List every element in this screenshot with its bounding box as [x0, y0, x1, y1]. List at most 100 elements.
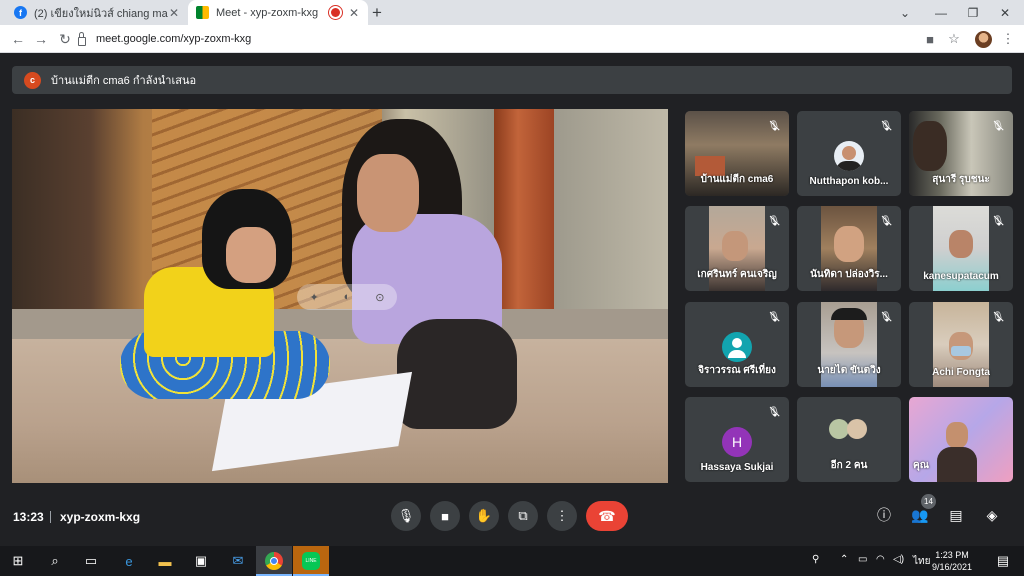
restore-icon[interactable]: ❐ — [958, 0, 988, 25]
participant-tile[interactable]: 🎙 Achi Fongta — [909, 302, 1013, 387]
muted-mic-icon: 🎙 — [990, 118, 1006, 134]
participant-tile[interactable]: 🎙 บ้านแม่ตีก cma6 — [685, 111, 789, 196]
microphone-button[interactable]: 🎙 — [391, 501, 421, 531]
windows-taskbar: ⊞ ⌕ ▭ e ▬ ▣ ✉ LINE ⚲ ⌃ ▭ ◠ ◁) ไทย 1:23 P… — [0, 546, 1024, 576]
close-window-icon[interactable]: ✕ — [990, 0, 1020, 25]
avatar — [829, 419, 849, 439]
activities-button[interactable]: ◈ — [982, 505, 1002, 525]
recording-icon — [331, 8, 340, 17]
more-vert-icon: ⋮ — [555, 508, 569, 523]
pin-icon[interactable]: ✦ — [309, 291, 318, 304]
battery-icon[interactable]: ▭ — [858, 554, 867, 565]
store-icon[interactable]: ▣ — [190, 550, 212, 572]
leave-call-button[interactable]: ☎ — [586, 501, 628, 531]
task-view-icon[interactable]: ▭ — [80, 550, 102, 572]
muted-mic-icon: 🎙 — [990, 309, 1006, 325]
camera-icon[interactable]: ■ — [920, 29, 940, 49]
back-icon[interactable]: ← — [8, 29, 28, 49]
chat-button[interactable]: ▤ — [946, 505, 966, 525]
new-tab-button[interactable]: + — [372, 3, 382, 23]
participant-name: เกศรินทร์ คนเจริญ — [697, 269, 777, 280]
windows-start-icon[interactable]: ⊞ — [7, 550, 29, 572]
participant-name: นันทิดา ปล่องวิร... — [810, 269, 888, 280]
meeting-controls-bar: 13:23 xyp-zoxm-kxg 🎙 ■ ✋ ⧉ ⋮ ☎ ⓘ 👥 ▤ ◈ — [0, 495, 1024, 540]
participant-tile[interactable]: 🎙 สุนารี รุบชนะ — [909, 111, 1013, 196]
muted-mic-icon: 🎙 — [878, 118, 894, 134]
presenting-text: บ้านแม่ตีก cma6 กำลังนำเสนอ — [51, 75, 197, 87]
present-icon: ⧉ — [518, 508, 528, 523]
participant-name: คุณ — [913, 460, 929, 471]
main-video: ✦ ◐ ⊙ — [12, 109, 668, 483]
people-tray-icon[interactable]: ⚲ — [812, 554, 819, 565]
file-explorer-icon[interactable]: ▬ — [154, 550, 176, 572]
hang-up-icon: ☎ — [598, 507, 616, 524]
search-icon[interactable]: ⌕ — [44, 550, 66, 572]
muted-mic-icon: 🎙 — [766, 309, 782, 325]
forward-icon[interactable]: → — [31, 29, 51, 49]
participant-tile[interactable]: 🎙 นันทิดา ปล่องวิร... — [797, 206, 901, 291]
tab-search-icon[interactable]: ⌄ — [890, 0, 920, 25]
more-participants-tile[interactable]: อีก 2 คน — [797, 397, 901, 482]
line-taskbar-button[interactable]: LINE — [293, 546, 329, 576]
activities-icon: ◈ — [986, 506, 998, 523]
url-text: meet.google.com/xyp-zoxm-kxg — [96, 33, 252, 45]
raise-hand-button[interactable]: ✋ — [469, 501, 499, 531]
participant-tile[interactable]: 🎙 เกศรินทร์ คนเจริญ — [685, 206, 789, 291]
muted-mic-icon: 🎙 — [990, 213, 1006, 229]
tab-close-icon[interactable]: ✕ — [168, 6, 180, 20]
more-participants-label: อีก 2 คน — [830, 460, 868, 471]
presenting-banner: c บ้านแม่ตีก cma6 กำลังนำเสนอ — [12, 66, 1012, 94]
participant-count-badge: 14 — [921, 494, 936, 509]
info-icon: ⓘ — [877, 507, 891, 523]
participant-name: บ้านแม่ตีก cma6 — [700, 174, 774, 185]
more-options-button[interactable]: ⋮ — [547, 501, 577, 531]
divider — [50, 511, 51, 523]
reload-icon[interactable]: ↻ — [55, 29, 75, 49]
participant-tile[interactable]: H 🎙 Hassaya Sukjai — [685, 397, 789, 482]
present-screen-button[interactable]: ⧉ — [508, 501, 538, 531]
camera-button[interactable]: ■ — [430, 501, 460, 531]
tile-overlay-controls[interactable]: ✦ ◐ ⊙ — [297, 284, 397, 310]
participant-name: Hassaya Sukjai — [700, 462, 774, 473]
muted-mic-icon: 🎙 — [766, 213, 782, 229]
chevron-up-icon[interactable]: ⌃ — [840, 554, 848, 565]
microphone-icon: 🎙 — [397, 508, 415, 523]
mail-icon[interactable]: ✉ — [227, 550, 249, 572]
muted-mic-icon: 🎙 — [766, 118, 782, 134]
tab-close-icon[interactable]: ✕ — [348, 6, 360, 20]
meeting-info-button[interactable]: ⓘ — [874, 505, 894, 525]
mute-icon[interactable]: ◐ — [344, 291, 351, 303]
participant-tile[interactable]: 🎙 Nutthapon kob... — [797, 111, 901, 196]
muted-mic-icon: 🎙 — [766, 404, 782, 420]
facebook-icon: f — [14, 6, 27, 19]
bookmark-star-icon[interactable]: ☆ — [944, 29, 964, 49]
system-clock[interactable]: 1:23 PM 9/16/2021 — [922, 549, 982, 573]
menu-icon[interactable]: ⋮ — [998, 29, 1018, 49]
clock-time: 1:23 PM — [935, 550, 969, 560]
volume-icon[interactable]: ◁) — [893, 554, 904, 565]
wifi-icon[interactable]: ◠ — [876, 554, 885, 565]
self-tile[interactable]: คุณ — [909, 397, 1013, 482]
lock-icon — [78, 31, 86, 46]
participant-tile[interactable]: 🎙 จิราวรรณ ศรีเที่ยง — [685, 302, 789, 387]
participant-tile[interactable]: 🎙 kanesupatacum — [909, 206, 1013, 291]
browser-tab-strip: f (2) เขียงใหม่นิวส์ chiang mai news v ✕… — [0, 0, 1024, 25]
notification-icon[interactable]: ▤ — [992, 550, 1014, 572]
participant-tile[interactable]: 🎙 นายไต ขันตวิง — [797, 302, 901, 387]
video-camera-icon: ■ — [441, 508, 449, 524]
meeting-code: xyp-zoxm-kxg — [60, 510, 141, 524]
tab-meet[interactable]: Meet - xyp-zoxm-kxg ✕ — [188, 0, 368, 25]
tab-facebook[interactable]: f (2) เขียงใหม่นิวส์ chiang mai news v ✕ — [6, 0, 188, 25]
minimize-icon[interactable]: — — [926, 0, 956, 25]
avatar — [722, 332, 752, 362]
edge-icon[interactable]: e — [118, 550, 140, 572]
meeting-time: 13:23 — [13, 510, 44, 524]
clock-date: 9/16/2021 — [931, 562, 973, 572]
chrome-taskbar-button[interactable] — [256, 546, 292, 576]
profile-avatar[interactable] — [975, 31, 992, 48]
address-bar[interactable]: meet.google.com/xyp-zoxm-kxg — [78, 29, 908, 49]
avatar — [834, 141, 864, 171]
search-icon[interactable]: ⊙ — [375, 291, 384, 304]
chat-icon: ▤ — [949, 506, 963, 523]
tab-title: (2) เขียงใหม่นิวส์ chiang mai news v — [34, 7, 168, 20]
